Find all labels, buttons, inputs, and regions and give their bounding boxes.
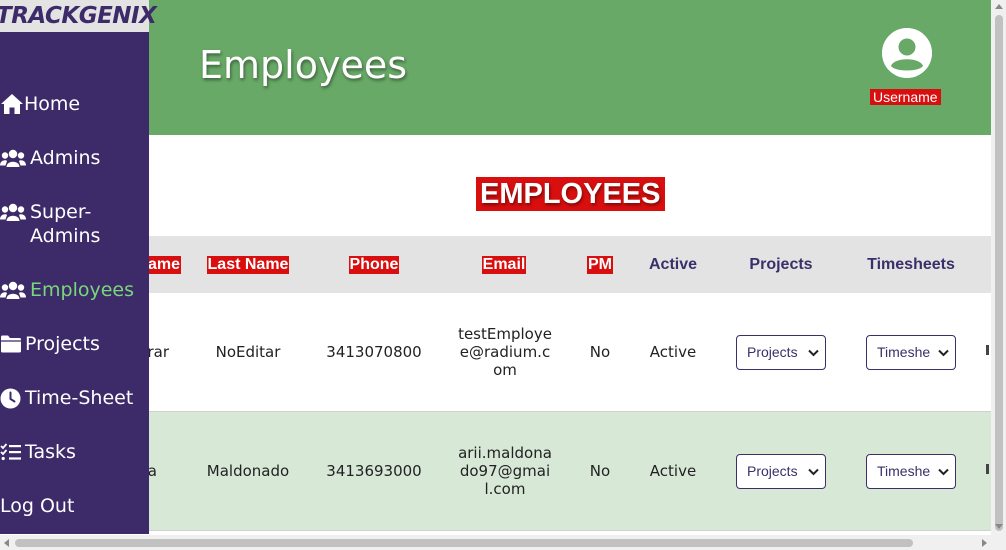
sidebar-item-label: Employees [30,279,134,301]
section-title: EMPLOYEES [476,177,665,211]
clock-icon [0,386,25,410]
column-header-phone: Phone [348,255,400,274]
projects-select[interactable]: Projects [736,334,826,370]
users-icon [0,146,30,170]
home-icon [0,92,24,116]
employee-name-cell: a [149,462,157,480]
projects-cell: Projects [733,293,829,411]
projects-cell: Projects [733,412,829,530]
sidebar-item-label: Super-Admins [30,201,101,247]
timesheets-select[interactable]: Timeshe [866,453,956,489]
employee-active-cell: Active [649,343,697,361]
column-header-projects: Projects [749,255,813,273]
projects-select[interactable]: Projects [736,453,826,489]
column-header-pm: PM [587,255,613,274]
sidebar-item-log-out[interactable]: Log Out [0,494,149,518]
chevron-down-icon [938,462,949,480]
employee-email-cell: testEmployee@radium.com [458,325,552,379]
horizontal-scroll-thumb[interactable] [15,539,913,547]
column-header-name: ame [149,236,181,293]
timesheets-select[interactable]: Timeshe [866,334,956,370]
sidebar-item-time-sheet[interactable]: Time-Sheet [0,386,149,410]
chevron-down-icon [938,343,949,361]
users-icon [0,278,30,302]
sidebar-item-label: Home [24,93,81,115]
vertical-scroll-thumb[interactable] [995,15,1003,531]
sidebar-item-label: Projects [25,333,100,355]
column-header-timesheets: Timesheets [867,255,955,273]
sidebar-item-label: Time-Sheet [25,387,134,409]
folder-icon [0,332,25,356]
timesheets-cell: Timeshe [863,293,959,411]
employee-active-cell: Active [649,462,697,480]
sidebar-item-label: Tasks [25,441,76,463]
employee-last-name-cell: NoEditar [215,343,281,361]
timesheets-cell: Timeshe [863,412,959,530]
chevron-down-icon [808,462,819,480]
employee-last-name-cell: Maldonado [206,462,290,480]
column-header-email: Email [481,255,527,274]
table-header: ame Last Name Phone Email PM Active Proj… [149,236,991,293]
column-header-last-name: Last Name [206,255,290,274]
sidebar-item-label: Admins [30,147,101,169]
table-row: a Maldonado 3413693000 arii.maldonado97@… [149,412,991,531]
employee-pm-cell: No [589,343,611,361]
tasks-list-icon [0,440,25,464]
scroll-left-arrow-icon[interactable] [4,539,9,547]
scroll-right-arrow-icon[interactable] [982,539,987,547]
employee-email-cell: arii.maldonado97@gmail.com [458,444,552,498]
sidebar-item-admins[interactable]: Admins [0,146,149,170]
horizontal-scrollbar[interactable] [0,535,1006,550]
sidebar-item-super-admins[interactable]: Super-Admins [0,200,149,248]
scroll-up-arrow-icon[interactable] [995,4,1003,9]
vertical-scrollbar[interactable] [991,0,1006,535]
table-row: rar NoEditar 3413070800 testEmployee@rad… [149,293,991,412]
sidebar: TRACKGENIX Home Admins Super-Admins Empl… [0,0,157,534]
employee-name-cell: rar [149,343,169,361]
column-header-active: Active [648,255,698,273]
sidebar-item-employees[interactable]: Employees [0,278,149,302]
main-content: EMPLOYEES ame Last Name Phone Email PM A… [149,135,991,539]
employee-phone-cell: 3413070800 [326,343,422,361]
employee-pm-cell: No [589,462,611,480]
sidebar-item-tasks[interactable]: Tasks [0,440,149,464]
sidebar-item-projects[interactable]: Projects [0,332,149,356]
sidebar-item-label: Log Out [0,495,75,517]
username-label[interactable]: Username [870,89,941,105]
page-title: Employees [199,43,407,87]
sidebar-item-home[interactable]: Home [0,92,149,116]
employee-phone-cell: 3413693000 [326,462,422,480]
user-avatar-icon[interactable] [882,28,932,78]
app-logo[interactable]: TRACKGENIX [0,3,157,29]
logo-bar: TRACKGENIX [0,0,157,32]
users-icon [0,200,30,224]
chevron-down-icon [808,343,819,361]
scroll-down-arrow-icon[interactable] [995,524,1003,529]
